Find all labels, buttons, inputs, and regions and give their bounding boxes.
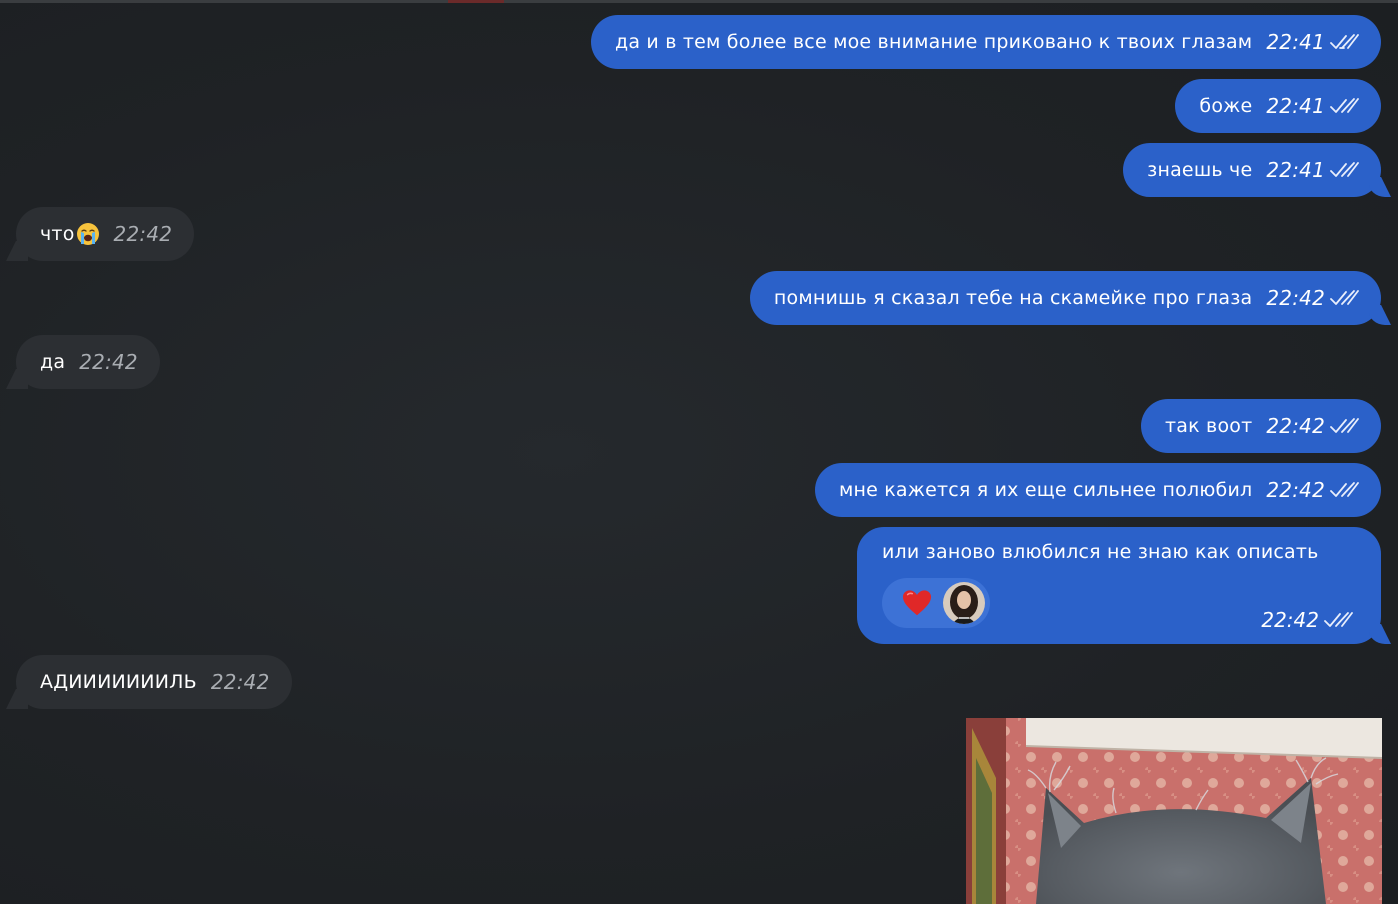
message-text: мне кажется я их еще сильнее полюбил xyxy=(838,479,1253,501)
top-divider xyxy=(0,0,1398,3)
message-meta: 22:42 xyxy=(1261,608,1353,632)
user-avatar[interactable] xyxy=(943,582,985,624)
double-check-icon xyxy=(1330,290,1359,305)
avatar-image xyxy=(943,582,985,624)
top-accent xyxy=(448,0,504,3)
double-check-icon xyxy=(1324,612,1353,627)
message-time: 22:41 xyxy=(1266,30,1325,54)
message-incoming[interactable]: да 22:42 xyxy=(16,335,160,389)
message-time: 22:42 xyxy=(1266,414,1325,438)
message-time: 22:42 xyxy=(210,670,270,694)
message-time: 22:41 xyxy=(1266,94,1325,118)
message-text: да xyxy=(40,351,66,373)
message-text: что xyxy=(40,223,75,245)
message-outgoing[interactable]: мне кажется я их еще сильнее полюбил 22:… xyxy=(814,463,1381,517)
message-text: боже xyxy=(1199,95,1253,117)
message-text: знаешь че xyxy=(1147,159,1253,181)
double-check-icon xyxy=(1330,98,1359,113)
message-time: 22:42 xyxy=(113,222,173,246)
message-incoming[interactable]: что 22:42 xyxy=(16,207,195,261)
double-check-icon xyxy=(1330,162,1359,177)
reaction-pill[interactable] xyxy=(882,578,990,628)
message-text: помнишь я сказал тебе на скамейке про гл… xyxy=(773,287,1253,309)
message-outgoing[interactable]: помнишь я сказал тебе на скамейке про гл… xyxy=(749,271,1381,325)
message-outgoing[interactable]: да и в тем более все мое внимание приков… xyxy=(591,15,1381,69)
crying-face-emoji xyxy=(76,223,99,245)
message-time: 22:42 xyxy=(1266,286,1325,310)
double-check-icon xyxy=(1330,482,1359,497)
message-outgoing[interactable]: знаешь че 22:41 xyxy=(1123,143,1381,197)
message-incoming[interactable]: АДИИИИИИИЛЬ 22:42 xyxy=(16,655,292,709)
message-time: 22:42 xyxy=(1266,478,1325,502)
cat-photo xyxy=(966,718,1382,904)
message-text: или заново влюбился не знаю как описать xyxy=(882,541,1319,563)
heart-icon xyxy=(902,590,932,616)
message-outgoing[interactable]: боже 22:41 xyxy=(1175,79,1381,133)
message-text: АДИИИИИИИЛЬ xyxy=(40,671,197,693)
message-text: да и в тем более все мое внимание приков… xyxy=(615,31,1253,53)
message-time: 22:42 xyxy=(79,350,138,374)
message-text: так воот xyxy=(1165,415,1253,437)
double-check-icon xyxy=(1330,418,1359,433)
message-outgoing-with-reaction[interactable]: или заново влюбился не знаю как описать … xyxy=(857,527,1381,644)
message-time: 22:41 xyxy=(1266,158,1325,182)
photo-message[interactable] xyxy=(966,718,1382,904)
chat-window: да и в тем более все мое внимание приков… xyxy=(0,0,1398,904)
message-outgoing[interactable]: так воот 22:42 xyxy=(1141,399,1381,453)
message-time: 22:42 xyxy=(1261,608,1319,632)
double-check-icon xyxy=(1330,34,1359,49)
